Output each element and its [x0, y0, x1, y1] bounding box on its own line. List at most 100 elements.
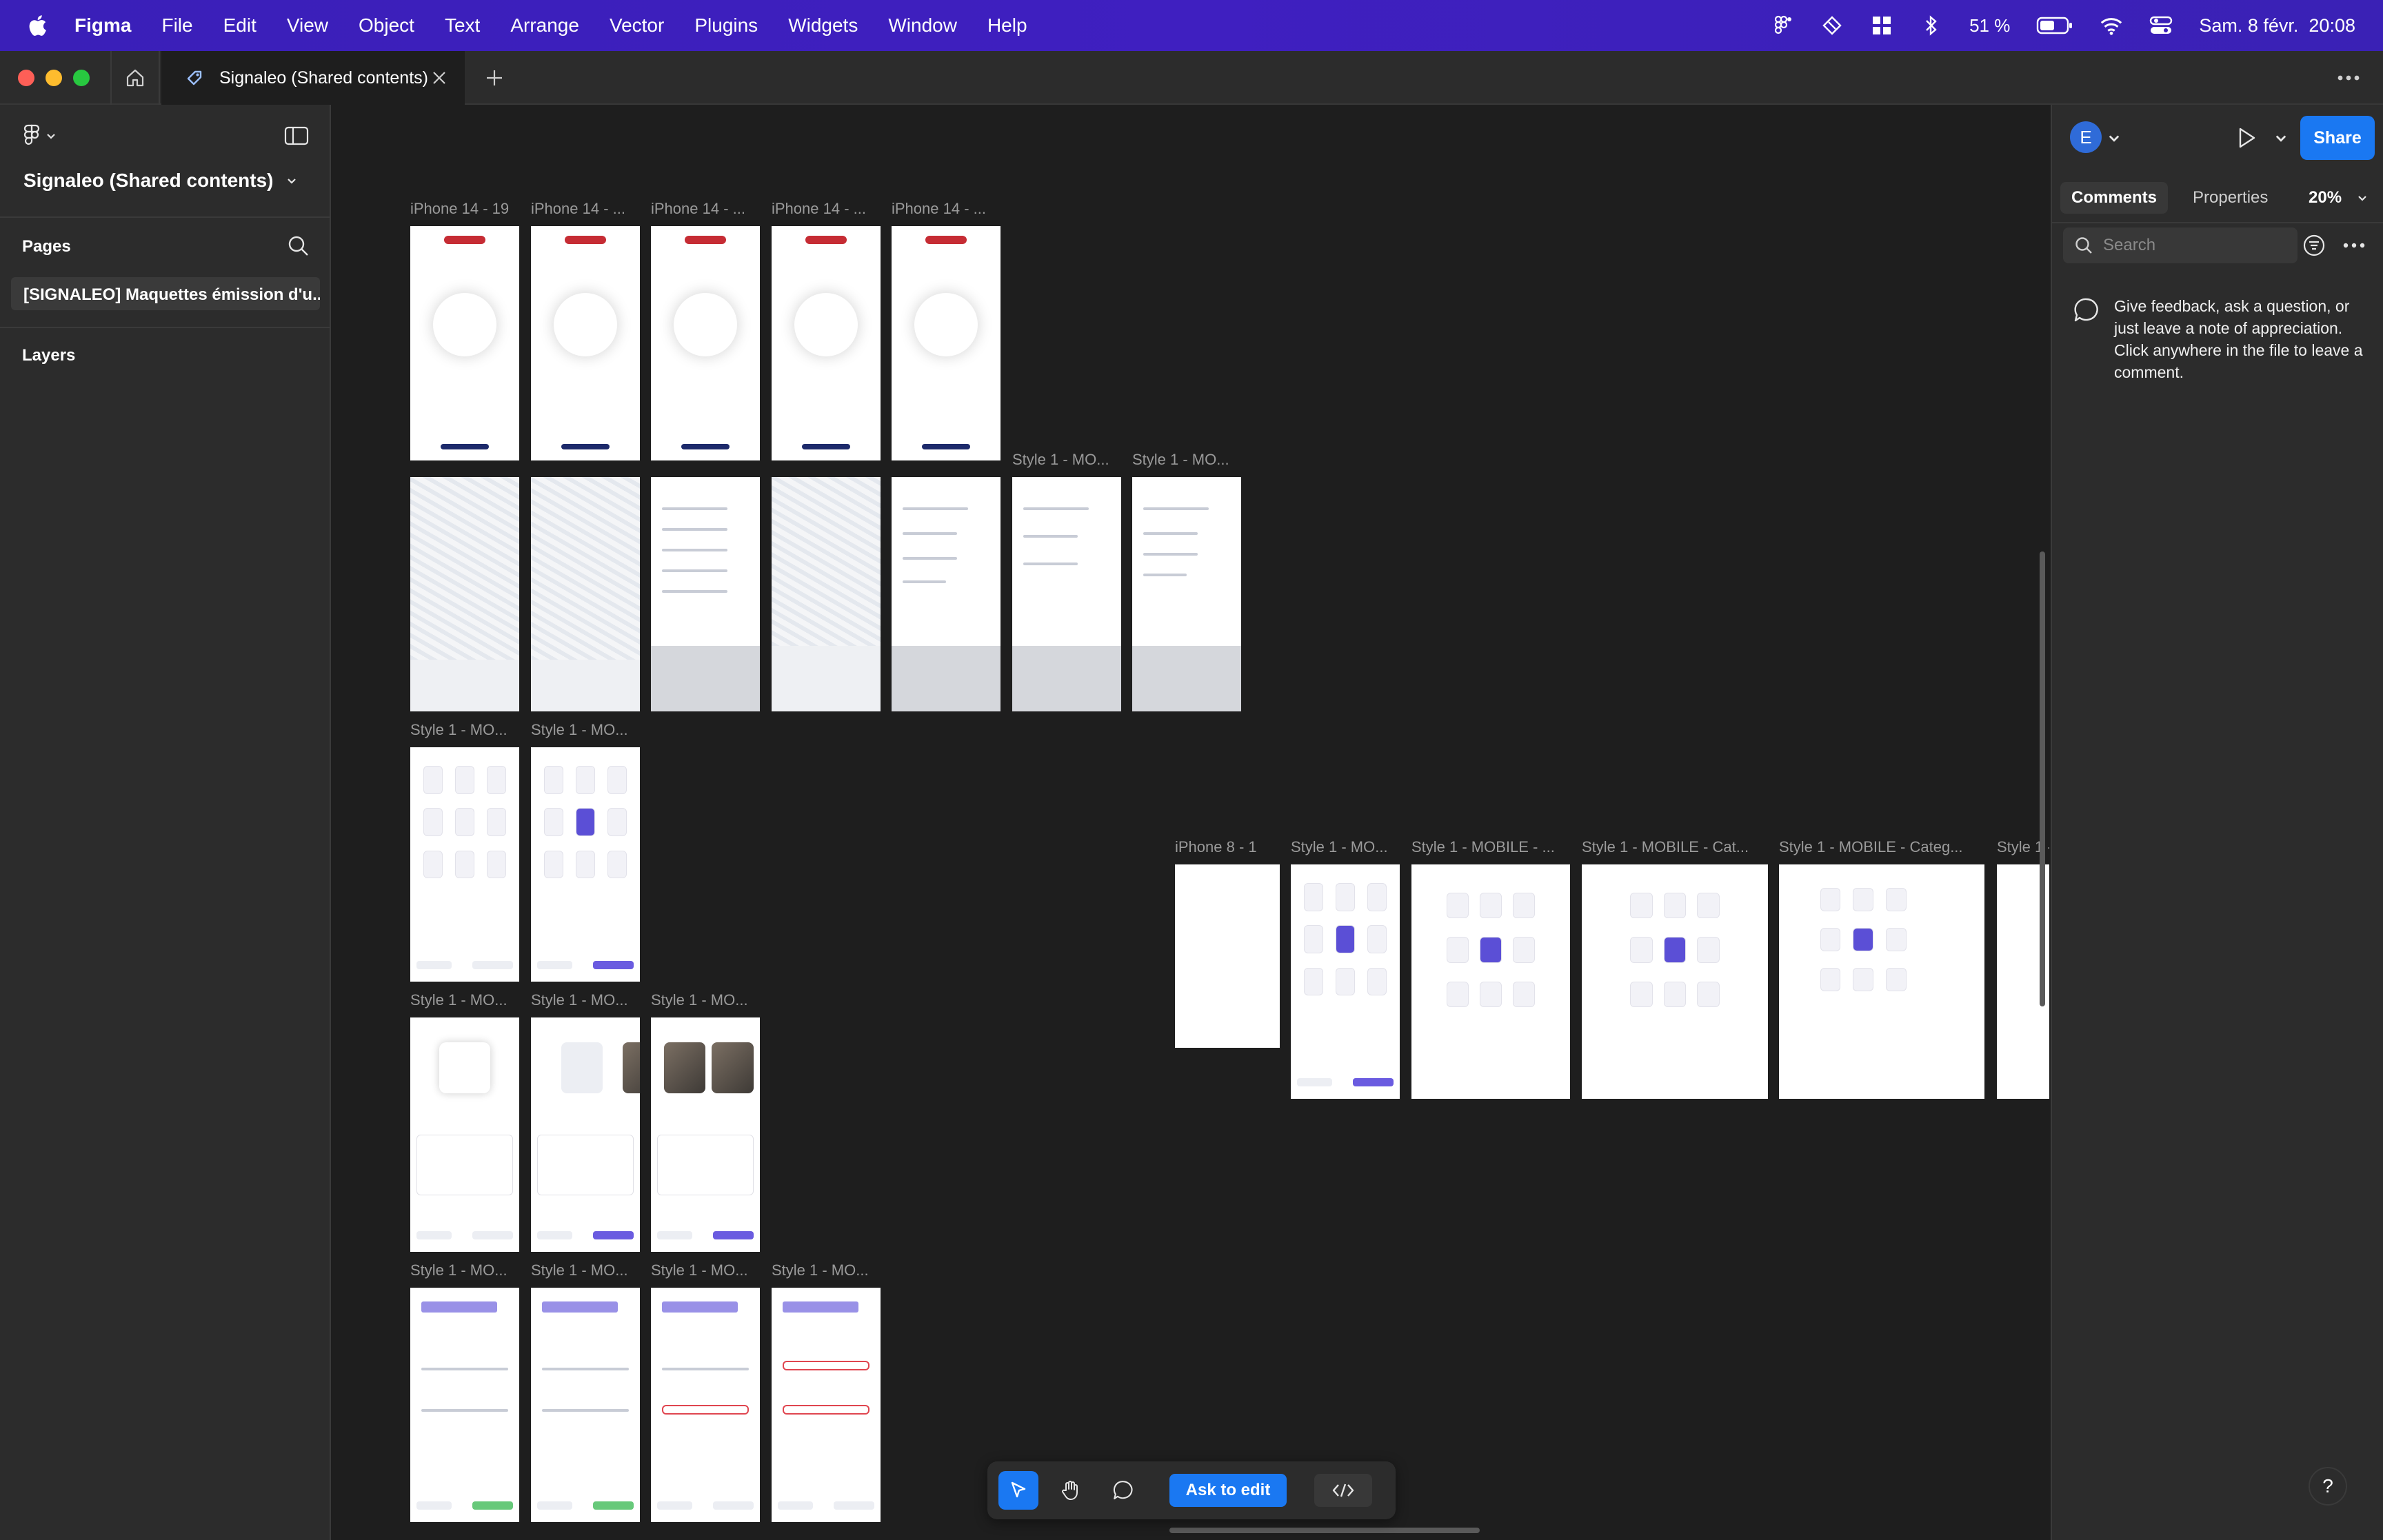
file-tab[interactable]: Signaleo (Shared contents): [161, 51, 465, 105]
frame-label[interactable]: Style 1 - MO...: [651, 991, 748, 1009]
menu-arrange[interactable]: Arrange: [510, 14, 579, 37]
tab-comments[interactable]: Comments: [2060, 182, 2169, 214]
frame-map-3[interactable]: [772, 477, 881, 711]
hand-tool-button[interactable]: [1051, 1471, 1091, 1510]
dev-mode-toggle[interactable]: [1314, 1474, 1372, 1507]
chevron-down-icon[interactable]: [2274, 131, 2288, 145]
ask-to-edit-button[interactable]: Ask to edit: [1169, 1474, 1287, 1507]
frame-categories-6[interactable]: [1779, 864, 1984, 1099]
comment-search-input[interactable]: [2103, 236, 2282, 255]
page-item[interactable]: [SIGNALEO] Maquettes émission d'u...: [11, 277, 320, 310]
frame-home-5[interactable]: [892, 226, 1001, 460]
compass-icon[interactable]: [1820, 14, 1844, 37]
frame-categories-3[interactable]: [1291, 864, 1400, 1099]
frame-label[interactable]: Style 1 - MO...: [531, 721, 628, 739]
frame-categories-5[interactable]: [1582, 864, 1768, 1099]
frame-photo-1[interactable]: [410, 1017, 519, 1252]
frame-label[interactable]: Style 1 - MO...: [651, 1262, 748, 1279]
zoom-dropdown[interactable]: 20%: [2309, 182, 2368, 214]
frame-address-2[interactable]: [892, 477, 1001, 711]
frame-map-2[interactable]: [531, 477, 640, 711]
menu-view[interactable]: View: [287, 14, 328, 37]
help-button[interactable]: ?: [2309, 1467, 2347, 1506]
vertical-scrollbar[interactable]: [2040, 551, 2045, 1006]
home-button[interactable]: [110, 51, 160, 105]
frame-categories-4[interactable]: [1411, 864, 1570, 1099]
main-menu-button[interactable]: [23, 124, 57, 148]
frame-home-3[interactable]: [651, 226, 760, 460]
move-tool-button[interactable]: [998, 1471, 1038, 1510]
file-name-button[interactable]: Signaleo (Shared contents): [23, 170, 297, 192]
menu-text[interactable]: Text: [445, 14, 480, 37]
frame-label[interactable]: Style 1 - MO...: [410, 721, 507, 739]
menu-object[interactable]: Object: [359, 14, 414, 37]
play-icon[interactable]: [2234, 125, 2259, 150]
frame-label[interactable]: Style 1 - MO...: [1132, 451, 1229, 469]
frame-label[interactable]: Style 1 - MO...: [531, 991, 628, 1009]
frame-label[interactable]: Style 1 - MOBILE - Categ...: [1779, 838, 1963, 856]
frame-label[interactable]: Style 1 - MOBILE - ...: [1411, 838, 1555, 856]
share-button[interactable]: Share: [2300, 116, 2375, 160]
chevron-down-icon[interactable]: [2107, 131, 2121, 145]
frame-home-2[interactable]: [531, 226, 640, 460]
menubar-datetime[interactable]: Sam. 8 févr. 20:08: [2199, 15, 2355, 37]
figma-status-icon[interactable]: [1771, 14, 1794, 37]
frame-label[interactable]: iPhone 8 - 1: [1175, 838, 1257, 856]
frame-label[interactable]: Style 1 - MO...: [772, 1262, 869, 1279]
frame-label[interactable]: Style 1 - MO...: [410, 1262, 507, 1279]
new-tab-icon[interactable]: [483, 66, 506, 90]
close-tab-icon[interactable]: [428, 66, 451, 90]
menu-window[interactable]: Window: [888, 14, 957, 37]
more-options-icon[interactable]: [2342, 233, 2366, 258]
bluetooth-icon[interactable]: [1920, 14, 1943, 37]
frame-home-4[interactable]: [772, 226, 881, 460]
menu-widgets[interactable]: Widgets: [788, 14, 858, 37]
frame-address-1[interactable]: [651, 477, 760, 711]
menu-edit[interactable]: Edit: [223, 14, 257, 37]
frame-contact-1[interactable]: [410, 1288, 519, 1522]
frame-label[interactable]: iPhone 14 - ...: [772, 200, 866, 218]
more-options-icon[interactable]: [2335, 66, 2362, 90]
apple-icon[interactable]: [28, 14, 47, 37]
comment-tool-button[interactable]: [1103, 1471, 1143, 1510]
frame-label[interactable]: iPhone 14 - ...: [651, 200, 745, 218]
design-canvas[interactable]: iPhone 14 - 19 iPhone 14 - ... iPhone 14…: [332, 105, 2049, 1540]
menu-help[interactable]: Help: [987, 14, 1027, 37]
frame-home-1[interactable]: [410, 226, 519, 460]
frame-map-1[interactable]: [410, 477, 519, 711]
frame-label[interactable]: Style 1 - MO...: [531, 1262, 628, 1279]
frame-categories-1[interactable]: [410, 747, 519, 982]
frame-photo-3[interactable]: [651, 1017, 760, 1252]
frame-address-4[interactable]: [1132, 477, 1241, 711]
frame-address-3[interactable]: [1012, 477, 1121, 711]
menu-vector[interactable]: Vector: [610, 14, 664, 37]
frame-label[interactable]: iPhone 14 - 19: [410, 200, 509, 218]
maximize-window-button[interactable]: [73, 70, 90, 86]
frame-label[interactable]: Style 1 - MO...: [410, 991, 507, 1009]
search-icon[interactable]: [287, 234, 310, 258]
frame-label[interactable]: iPhone 14 - ...: [531, 200, 625, 218]
frame-label[interactable]: Style 1 - MO...: [1012, 451, 1109, 469]
horizontal-scrollbar[interactable]: [1169, 1528, 1480, 1533]
frame-contact-2[interactable]: [531, 1288, 640, 1522]
menu-figma[interactable]: Figma: [74, 14, 131, 37]
sidebar-toggle-icon[interactable]: [284, 125, 309, 146]
filter-icon[interactable]: [2302, 233, 2326, 258]
avatar[interactable]: E: [2070, 121, 2102, 153]
menu-file[interactable]: File: [161, 14, 192, 37]
frame-contact-3[interactable]: [651, 1288, 760, 1522]
wifi-icon[interactable]: [2100, 14, 2123, 37]
frame-contact-4[interactable]: [772, 1288, 881, 1522]
tab-properties[interactable]: Properties: [2182, 182, 2279, 214]
battery-icon[interactable]: [2036, 14, 2073, 37]
frame-label[interactable]: Style 1 - MO...: [1291, 838, 1388, 856]
frame-photo-2[interactable]: [531, 1017, 640, 1252]
frame-iphone8[interactable]: [1175, 864, 1280, 1048]
minimize-window-button[interactable]: [46, 70, 62, 86]
frame-categories-2[interactable]: [531, 747, 640, 982]
menu-plugins[interactable]: Plugins: [694, 14, 758, 37]
grid-icon[interactable]: [1870, 14, 1893, 37]
frame-label[interactable]: iPhone 14 - ...: [892, 200, 986, 218]
close-window-button[interactable]: [18, 70, 34, 86]
frame-label[interactable]: Style 1 - MOBILE - Cat...: [1582, 838, 1749, 856]
